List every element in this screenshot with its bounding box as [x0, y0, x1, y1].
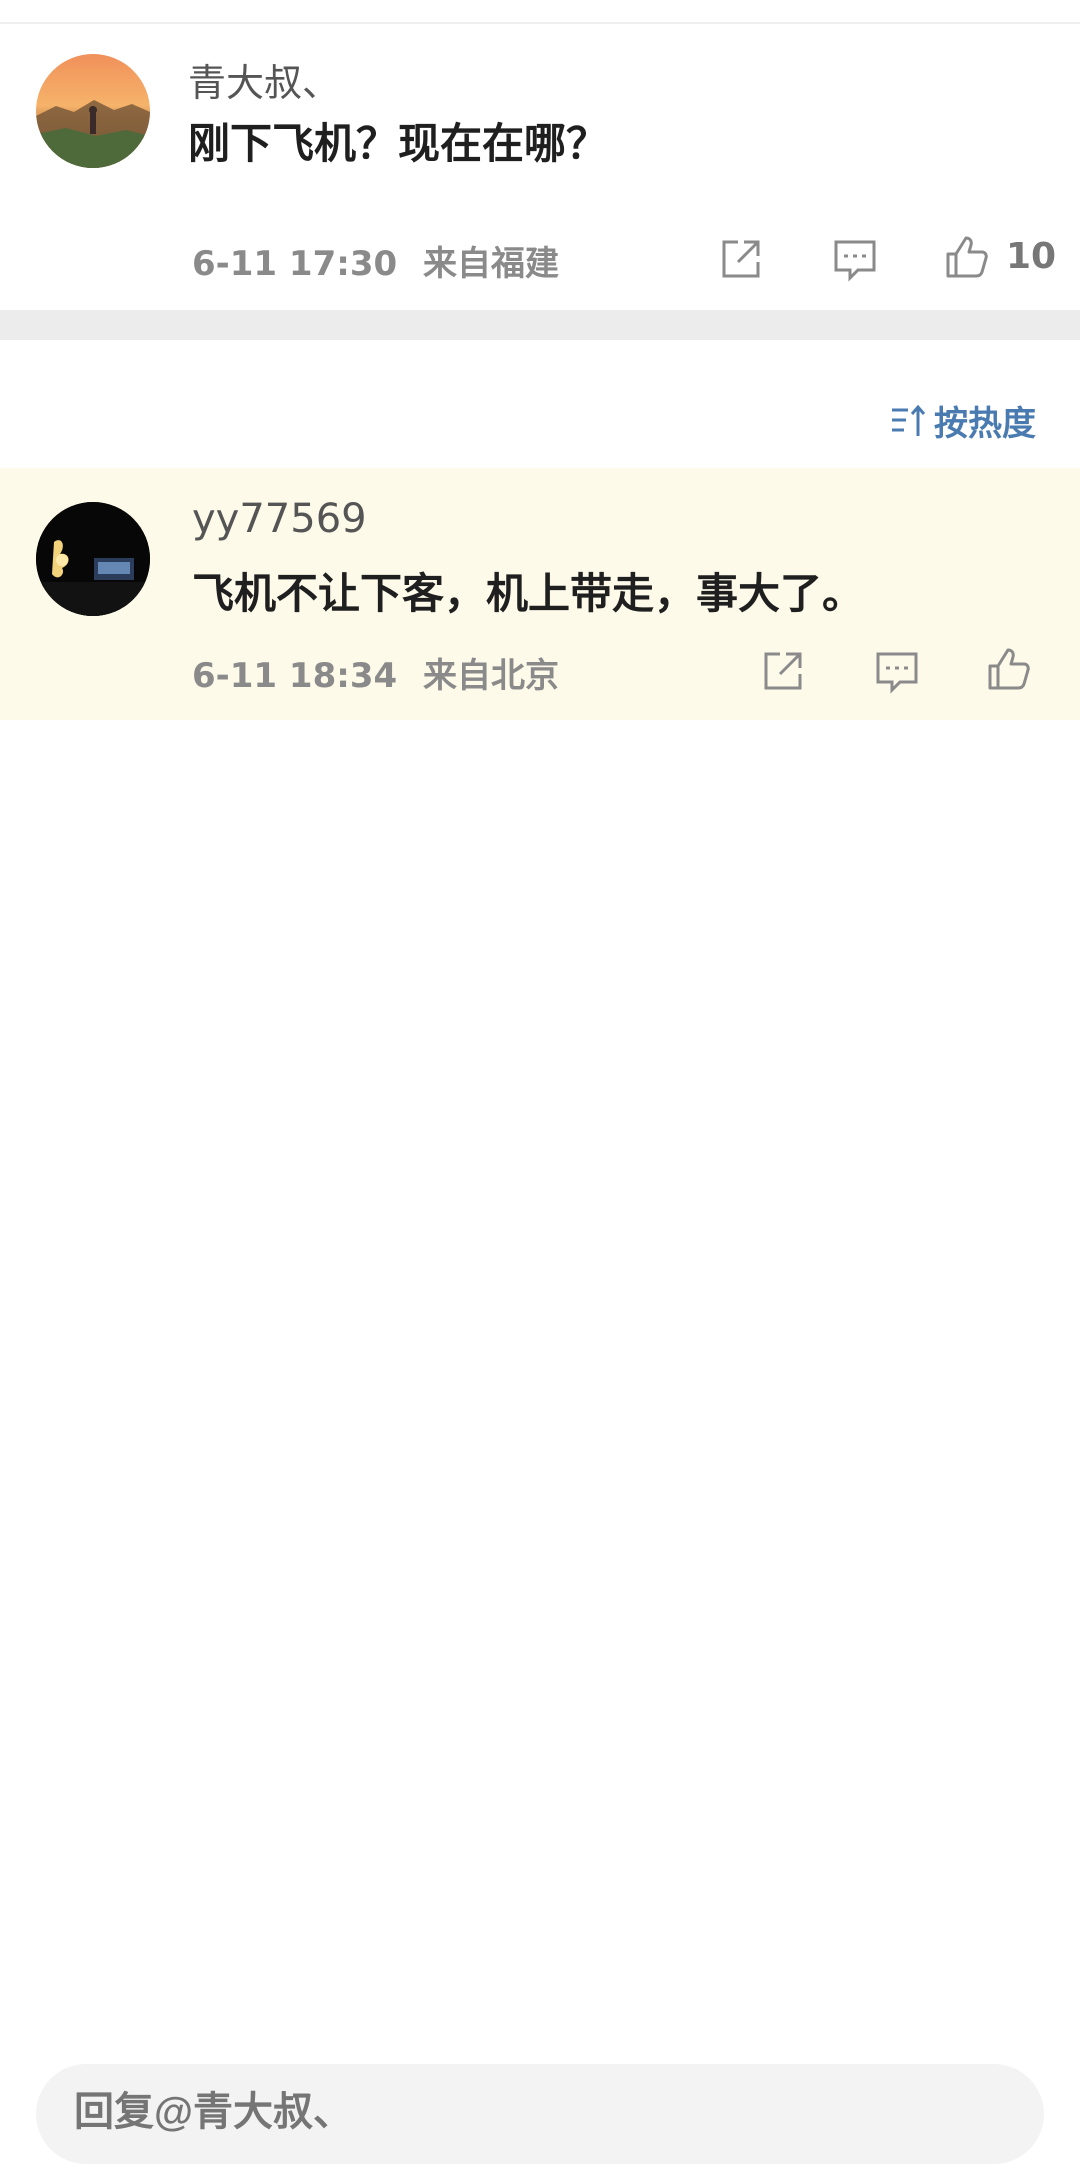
comment-meta: 6-11 17:30 来自福建 [192, 236, 559, 285]
sort-row: 按热度 [0, 340, 1080, 468]
list-item: yy77569 飞机不让下客，机上带走，事大了。 6-11 18:34 来自北京 [0, 468, 1080, 720]
comment-icon[interactable] [872, 646, 922, 696]
avatar-image [36, 54, 150, 168]
section-divider [0, 310, 1080, 340]
timestamp: 6-11 18:34 [192, 656, 398, 696]
comment-meta: 6-11 18:34 来自北京 [192, 648, 559, 697]
comment-text: 刚下飞机？现在在哪？ [188, 119, 609, 168]
avatar-image [36, 502, 150, 616]
location: 来自北京 [423, 656, 559, 696]
like-count: 10 [1006, 236, 1057, 277]
comment-icon[interactable] [830, 234, 880, 284]
reply-input[interactable] [74, 2090, 874, 2135]
timestamp: 6-11 17:30 [192, 244, 398, 284]
username[interactable]: yy77569 [192, 496, 367, 542]
username[interactable]: 青大叔、 [188, 52, 340, 107]
root-comment: 青大叔、 刚下飞机？现在在哪？ 6-11 17:30 来自福建 10 [0, 24, 1080, 308]
share-icon[interactable] [716, 234, 766, 284]
like-icon[interactable] [942, 232, 992, 282]
sort-by-hot-button[interactable]: 按热度 [890, 396, 1036, 445]
sort-label: 按热度 [934, 404, 1036, 444]
like-icon[interactable] [984, 644, 1034, 694]
avatar[interactable] [36, 54, 150, 168]
comment-text: 飞机不让下客，机上带走，事大了。 [192, 569, 865, 618]
location: 来自福建 [423, 244, 559, 284]
reply-bar[interactable] [36, 2064, 1044, 2164]
avatar[interactable] [36, 502, 150, 616]
sort-icon [892, 404, 926, 436]
share-icon[interactable] [758, 646, 808, 696]
